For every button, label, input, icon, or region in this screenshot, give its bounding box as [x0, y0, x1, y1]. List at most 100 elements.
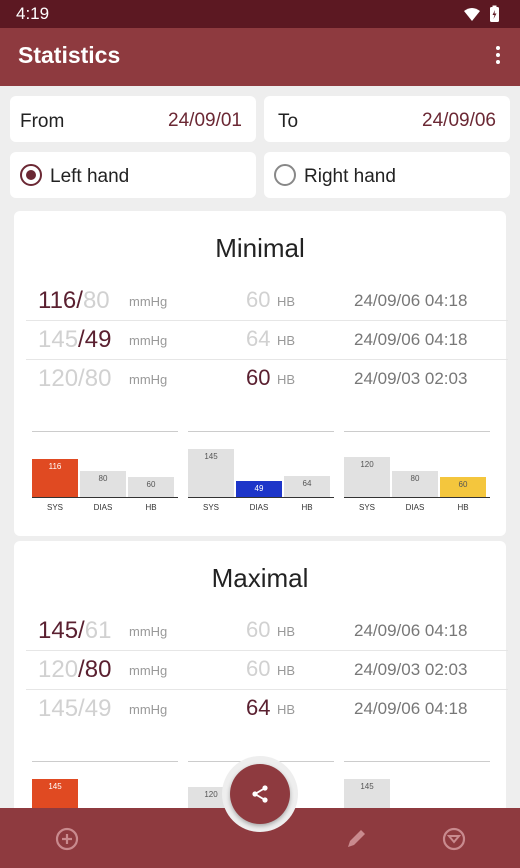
hb-value: 60 — [246, 656, 271, 681]
bp-value: 145/49 — [38, 326, 112, 353]
chart-top-gridline — [344, 761, 490, 762]
to-date-field[interactable]: To 24/09/06 — [264, 96, 510, 142]
maximal-row-1: 145/61 mmHg 60 HB 24/09/06 04:18 — [26, 611, 508, 651]
add-circle-icon[interactable] — [54, 826, 80, 852]
bp-unit: mmHg — [129, 624, 168, 639]
bp-unit: mmHg — [129, 702, 168, 717]
share-button[interactable] — [230, 764, 290, 824]
bar-value-label: 64 — [302, 479, 312, 488]
measure-date: 24/09/03 02:03 — [354, 369, 468, 388]
chart-bar-dias: 80 — [392, 471, 438, 497]
category-label: SYS — [46, 503, 63, 512]
left-hand-option[interactable]: Left hand — [10, 152, 256, 198]
bp-unit: mmHg — [129, 333, 168, 348]
chart-bar-sys: 116 — [32, 459, 78, 497]
hb-value: 64 — [246, 326, 271, 351]
hb-unit: HB — [277, 624, 296, 639]
chart-top-gridline — [344, 431, 490, 432]
minimal-title: Minimal — [215, 233, 305, 263]
bp-value: 120/80 — [38, 365, 112, 392]
bar-value-label: 145 — [48, 782, 62, 791]
share-fab-cradle — [222, 756, 298, 832]
category-label: HB — [301, 503, 313, 512]
hb-value: 64 — [246, 695, 271, 720]
from-value: 24/09/01 — [168, 110, 242, 131]
hb-unit: HB — [277, 702, 296, 717]
bar-value-label: 116 — [48, 462, 62, 471]
category-label: HB — [145, 503, 157, 512]
bar-value-label: 145 — [360, 782, 374, 791]
minimal-chart-2: 145 SYS 49 DIAS 64 HB — [188, 431, 334, 512]
hb-value: 60 — [246, 287, 271, 312]
measure-date: 24/09/06 04:18 — [354, 291, 468, 310]
chart-bar-dias: 49 — [236, 481, 282, 497]
from-label: From — [20, 111, 65, 132]
measure-date: 24/09/03 02:03 — [354, 660, 468, 679]
page-title: Statistics — [18, 42, 121, 68]
minimal-card: Minimal 116/80 mmHg 60 HB 24/09/06 04:18… — [14, 211, 508, 536]
left-hand-label: Left hand — [50, 166, 130, 187]
chart-bar-hb: 60 — [440, 477, 486, 497]
status-time: 4:19 — [16, 4, 50, 23]
status-bar: 4:19 — [0, 0, 520, 28]
hb-unit: HB — [277, 372, 296, 387]
right-hand-label: Right hand — [304, 166, 396, 187]
chart-bar-hb: 60 — [128, 477, 174, 497]
more-options-icon[interactable] — [494, 46, 502, 68]
right-hand-option[interactable]: Right hand — [264, 152, 510, 198]
hb-unit: HB — [277, 333, 296, 348]
category-label: DIAS — [249, 503, 269, 512]
bar-value-label: 80 — [410, 474, 420, 483]
right-hand-radio[interactable] — [274, 164, 296, 186]
maximal-title: Maximal — [211, 563, 309, 593]
bp-value: 120/80 — [38, 656, 112, 683]
chart-bar-hb: 64 — [284, 476, 330, 497]
category-label: DIAS — [405, 503, 425, 512]
measure-date: 24/09/06 04:18 — [354, 330, 468, 349]
maximal-row-2: 120/80 mmHg 60 HB 24/09/03 02:03 — [26, 650, 508, 690]
status-icons — [464, 5, 499, 22]
hb-value: 60 — [246, 617, 271, 642]
chart-baseline — [188, 497, 334, 498]
to-label: To — [278, 111, 299, 132]
minimal-chart-3: 120 SYS 80 DIAS 60 HB — [344, 431, 490, 512]
app-bar: Statistics — [0, 28, 520, 86]
bp-value: 145/49 — [38, 695, 112, 722]
hb-unit: HB — [277, 663, 296, 678]
bp-unit: mmHg — [129, 663, 168, 678]
hb-unit: HB — [277, 294, 296, 309]
chart-bar-sys: 145 — [188, 449, 234, 497]
bar-value-label: 80 — [98, 474, 108, 483]
bar-value-label: 145 — [204, 452, 218, 461]
bar-value-label: 60 — [146, 480, 156, 489]
measure-date: 24/09/06 04:18 — [354, 699, 468, 718]
bar-value-label: 49 — [254, 484, 264, 493]
minimal-row-2: 145/49 mmHg 64 HB 24/09/06 04:18 — [26, 320, 508, 360]
wifi-icon — [464, 8, 480, 21]
filter-circle-icon[interactable] — [441, 826, 467, 852]
measure-date: 24/09/06 04:18 — [354, 621, 468, 640]
chart-top-gridline — [32, 761, 178, 762]
bp-value: 145/61 — [38, 617, 112, 644]
bp-unit: mmHg — [129, 372, 168, 387]
chart-top-gridline — [188, 431, 334, 432]
to-value: 24/09/06 — [422, 110, 496, 131]
category-label: SYS — [358, 503, 375, 512]
chart-baseline — [32, 497, 178, 498]
bp-value: 116/80 — [38, 287, 110, 314]
chart-bar-dias: 80 — [80, 471, 126, 497]
minimal-row-3: 120/80 mmHg 60 HB 24/09/03 02:03 — [26, 359, 508, 399]
bar-value-label: 120 — [360, 460, 374, 469]
maximal-row-3: 145/49 mmHg 64 HB 24/09/06 04:18 — [26, 689, 508, 729]
category-label: HB — [457, 503, 469, 512]
chart-top-gridline — [32, 431, 178, 432]
left-hand-radio[interactable] — [20, 164, 42, 186]
from-date-field[interactable]: From 24/09/01 — [10, 96, 256, 142]
minimal-chart-1: 116 SYS 80 DIAS 60 HB — [32, 431, 178, 512]
share-icon — [252, 785, 268, 803]
pencil-icon[interactable] — [343, 826, 369, 852]
minimal-row-1: 116/80 mmHg 60 HB 24/09/06 04:18 — [26, 281, 508, 321]
bp-unit: mmHg — [129, 294, 168, 309]
chart-baseline — [344, 497, 490, 498]
hb-value: 60 — [246, 365, 271, 390]
